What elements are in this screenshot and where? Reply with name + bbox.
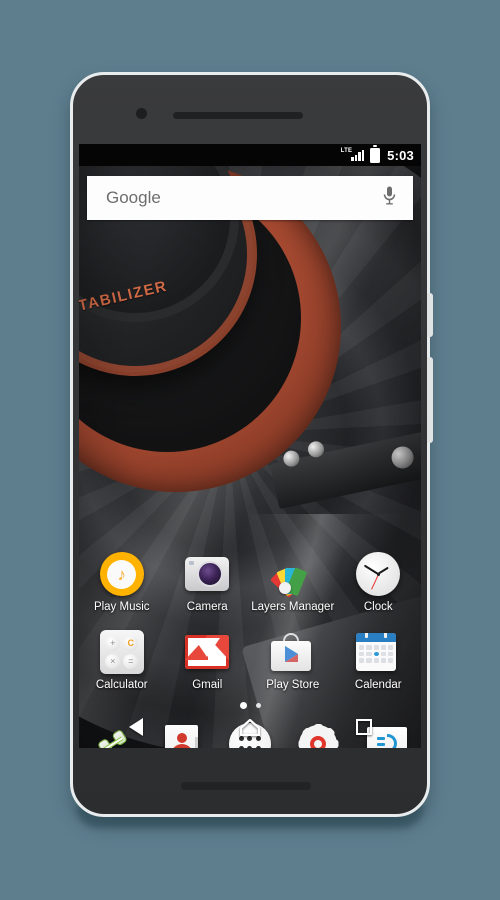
- battery-icon: [370, 145, 381, 163]
- back-triangle-icon: [128, 718, 143, 736]
- camera-flash-glyph: [189, 561, 195, 565]
- app-label: Calendar: [354, 679, 402, 691]
- status-bar[interactable]: LTE 5:03: [79, 144, 421, 166]
- play-music-icon[interactable]: ♪: [99, 552, 144, 596]
- app-calculator[interactable]: + C × = Calculator: [79, 630, 165, 691]
- homescreen-row-1: ♪ Play Music Camera Layers Manager Clock: [79, 552, 421, 613]
- calendar-header-bar: [356, 633, 397, 642]
- app-gmail[interactable]: Gmail: [165, 630, 251, 691]
- navigation-bar: [79, 706, 421, 748]
- app-label: Layers Manager: [251, 601, 335, 613]
- app-label: Calculator: [95, 679, 148, 691]
- microphone-icon[interactable]: [383, 186, 396, 210]
- play-store-icon[interactable]: [270, 633, 311, 671]
- signal-bars-icon: [351, 149, 365, 161]
- app-label: Camera: [186, 601, 228, 613]
- nav-home-button[interactable]: [193, 718, 307, 736]
- tonearm-knob: [389, 444, 416, 471]
- earpiece-speaker: [173, 112, 303, 119]
- gmail-icon[interactable]: [185, 635, 230, 669]
- app-label: Clock: [363, 601, 393, 613]
- power-button[interactable]: [427, 293, 433, 337]
- status-bar-clock: 5:03: [387, 147, 414, 163]
- app-play-store[interactable]: Play Store: [250, 630, 336, 691]
- play-music-note-glyph: ♪: [107, 559, 137, 589]
- calc-key-clear: C: [123, 635, 139, 651]
- search-input[interactable]: Google: [87, 188, 383, 208]
- gmail-v-glyph: [194, 638, 221, 657]
- nav-back-button[interactable]: [79, 718, 193, 736]
- clock-icon[interactable]: [356, 552, 401, 596]
- calc-key-times: ×: [105, 653, 121, 669]
- homescreen-row-2: + C × = Calculator Gmail Play Store Cale…: [79, 630, 421, 691]
- play-store-icon-wrap[interactable]: [270, 630, 315, 674]
- calc-key-equals: =: [123, 653, 139, 669]
- app-label: Play Store: [266, 679, 320, 691]
- camera-icon-wrap[interactable]: [185, 552, 230, 596]
- screenshot-canvas: STABILIZER LTE 5:03 Google ♪ Play Music …: [0, 0, 500, 900]
- calendar-day-grid: [356, 642, 396, 666]
- calculator-icon[interactable]: + C × =: [99, 630, 144, 674]
- nav-recents-button[interactable]: [307, 719, 421, 735]
- calendar-ring: [384, 633, 388, 638]
- app-label: Play Music: [93, 601, 150, 613]
- phone-device-frame: STABILIZER LTE 5:03 Google ♪ Play Music …: [70, 72, 433, 817]
- calendar-icon-wrap[interactable]: [356, 630, 400, 674]
- app-label: Gmail: [192, 679, 223, 691]
- google-search-widget[interactable]: Google: [87, 176, 413, 220]
- play-triangle-blue: [284, 646, 298, 662]
- home-icon: [239, 718, 260, 736]
- phone-screen: STABILIZER LTE 5:03 Google ♪ Play Music …: [79, 144, 421, 748]
- gmail-icon-wrap[interactable]: [185, 630, 230, 674]
- camera-icon[interactable]: [185, 557, 230, 591]
- app-camera[interactable]: Camera: [165, 552, 251, 613]
- calendar-icon[interactable]: [356, 633, 397, 671]
- app-play-music[interactable]: ♪ Play Music: [79, 552, 165, 613]
- bottom-speaker: [181, 782, 311, 790]
- calendar-ring: [365, 633, 369, 638]
- recents-square-icon: [355, 719, 372, 735]
- clock-center-pin: [376, 572, 380, 576]
- volume-rocker[interactable]: [427, 357, 433, 443]
- calc-key-plus: +: [105, 635, 121, 651]
- layers-manager-icon[interactable]: [269, 552, 315, 598]
- app-calendar[interactable]: Calendar: [336, 630, 422, 691]
- swatch-pivot: [278, 582, 291, 594]
- app-clock[interactable]: Clock: [336, 552, 422, 613]
- front-camera-icon: [136, 108, 147, 119]
- app-layers-manager[interactable]: Layers Manager: [250, 552, 336, 613]
- clock-second-hand: [370, 573, 379, 590]
- camera-lens-glyph: [197, 561, 224, 587]
